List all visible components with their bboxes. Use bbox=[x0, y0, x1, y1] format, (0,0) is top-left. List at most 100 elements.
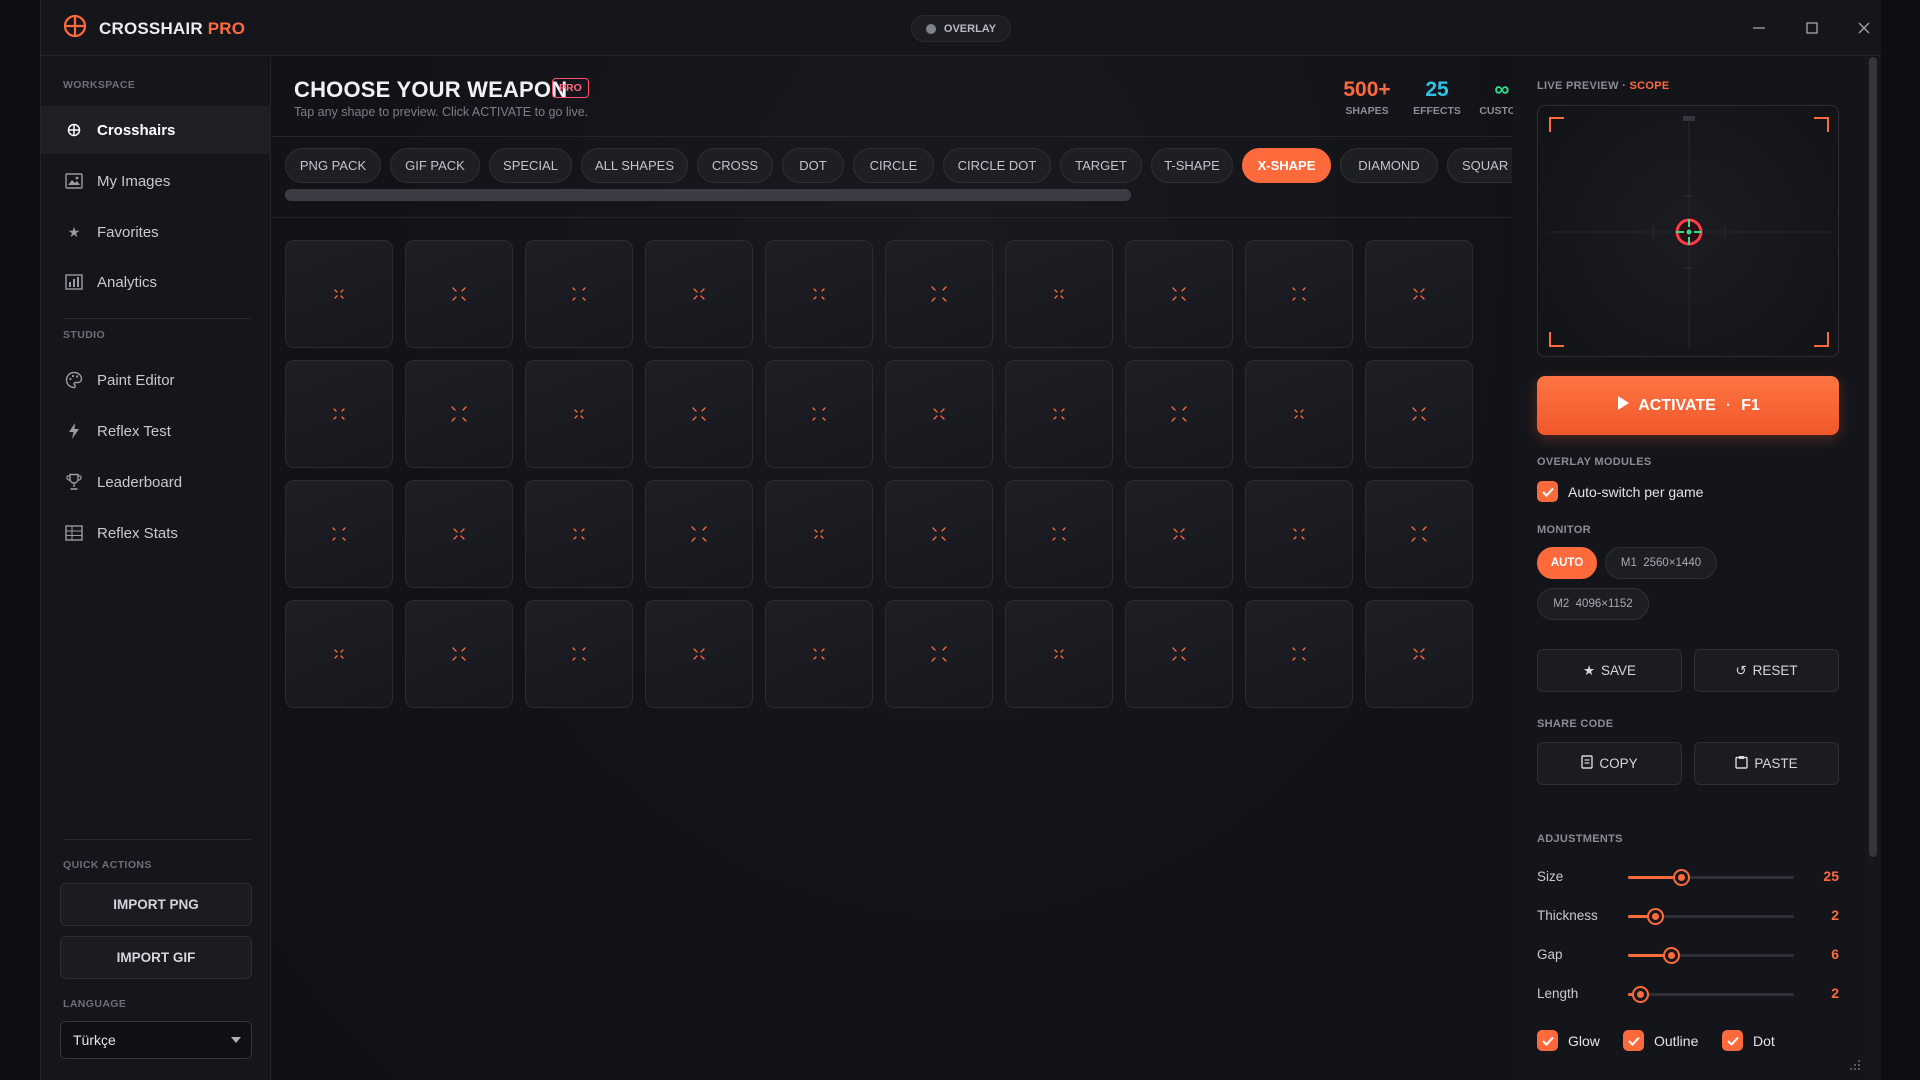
tab-cross[interactable]: CROSS bbox=[697, 148, 773, 183]
gap-knob[interactable] bbox=[1663, 947, 1681, 964]
length-label: Length bbox=[1537, 986, 1579, 1001]
shape-tile[interactable] bbox=[885, 240, 993, 348]
shape-tile[interactable] bbox=[405, 240, 513, 348]
shape-tile[interactable] bbox=[1125, 360, 1233, 468]
shape-tile[interactable] bbox=[765, 360, 873, 468]
length-track[interactable] bbox=[1628, 986, 1794, 1003]
shape-tile[interactable] bbox=[645, 240, 753, 348]
import-png-button[interactable]: IMPORT PNG bbox=[60, 883, 252, 926]
glow-label: Glow bbox=[1568, 1032, 1600, 1049]
shape-tile[interactable] bbox=[765, 600, 873, 708]
shape-tile[interactable] bbox=[765, 240, 873, 348]
shape-tile[interactable] bbox=[885, 480, 993, 588]
length-knob[interactable] bbox=[1631, 986, 1649, 1003]
sidebar-item-my-images[interactable]: My Images bbox=[41, 157, 271, 205]
shape-tile[interactable] bbox=[405, 600, 513, 708]
sidebar-item-leaderboard[interactable]: Leaderboard bbox=[41, 458, 271, 506]
shape-tile[interactable] bbox=[1245, 360, 1353, 468]
shape-tile[interactable] bbox=[1125, 240, 1233, 348]
shape-tile[interactable] bbox=[1365, 240, 1473, 348]
auto-switch-checkbox[interactable]: Auto-switch per game bbox=[1537, 481, 1703, 502]
shape-tile[interactable] bbox=[1125, 480, 1233, 588]
sidebar-item-crosshairs[interactable]: Crosshairs bbox=[41, 106, 271, 154]
size-knob[interactable] bbox=[1673, 869, 1691, 886]
page-subtitle: Tap any shape to preview. Click ACTIVATE… bbox=[294, 105, 589, 119]
shape-tile[interactable] bbox=[1365, 360, 1473, 468]
tab-target[interactable]: TARGET bbox=[1060, 148, 1142, 183]
thickness-track[interactable] bbox=[1628, 908, 1794, 925]
tab-x-shape[interactable]: X-SHAPE bbox=[1242, 148, 1331, 183]
copy-button[interactable]: COPY bbox=[1537, 742, 1682, 785]
activate-label: ACTIVATE bbox=[1638, 396, 1716, 414]
shape-tile[interactable] bbox=[645, 480, 753, 588]
close-button[interactable] bbox=[1853, 17, 1875, 39]
dot-checkbox[interactable]: Dot bbox=[1722, 1030, 1775, 1051]
shape-tile[interactable] bbox=[645, 360, 753, 468]
reset-button[interactable]: ↺ RESET bbox=[1694, 649, 1839, 692]
shape-tile[interactable] bbox=[525, 480, 633, 588]
shape-tile[interactable] bbox=[1005, 360, 1113, 468]
shape-tile[interactable] bbox=[645, 600, 753, 708]
panel-scrollbar-thumb[interactable] bbox=[1869, 57, 1877, 857]
shape-tile[interactable] bbox=[405, 480, 513, 588]
paste-button[interactable]: PASTE bbox=[1694, 742, 1839, 785]
shape-tile[interactable] bbox=[1365, 600, 1473, 708]
shape-tile[interactable] bbox=[1125, 600, 1233, 708]
resize-grip-icon[interactable] bbox=[1849, 1058, 1861, 1076]
size-track[interactable] bbox=[1628, 869, 1794, 886]
shape-tile[interactable] bbox=[1005, 480, 1113, 588]
tab-circle[interactable]: CIRCLE bbox=[853, 148, 934, 183]
activate-button[interactable]: ACTIVATE · F1 bbox=[1537, 376, 1839, 435]
shape-tile[interactable] bbox=[1005, 240, 1113, 348]
shape-tile[interactable] bbox=[285, 600, 393, 708]
shape-tile[interactable] bbox=[765, 480, 873, 588]
shape-tile[interactable] bbox=[885, 360, 993, 468]
tab-all-shapes[interactable]: ALL SHAPES bbox=[581, 148, 688, 183]
panel-scrollbar[interactable] bbox=[1865, 57, 1881, 1080]
shape-tile[interactable] bbox=[285, 360, 393, 468]
sidebar-item-reflex-test[interactable]: Reflex Test bbox=[41, 407, 271, 455]
tabs-scrollbar[interactable] bbox=[285, 189, 1485, 201]
tab-square[interactable]: SQUAR bbox=[1447, 148, 1512, 183]
shape-tile[interactable] bbox=[1365, 480, 1473, 588]
shape-tile[interactable] bbox=[285, 480, 393, 588]
shape-tile[interactable] bbox=[405, 360, 513, 468]
shape-tile[interactable] bbox=[1245, 480, 1353, 588]
gap-track[interactable] bbox=[1628, 947, 1794, 964]
tabs-scrollbar-thumb[interactable] bbox=[285, 189, 1131, 201]
shape-tile[interactable] bbox=[1245, 600, 1353, 708]
monitor-m1-chip[interactable]: M1 2560×1440 bbox=[1605, 547, 1717, 579]
tab-circle-dot[interactable]: CIRCLE DOT bbox=[943, 148, 1051, 183]
shape-tile[interactable] bbox=[885, 600, 993, 708]
save-button[interactable]: ★ SAVE bbox=[1537, 649, 1682, 692]
sidebar-item-favorites[interactable]: ★ Favorites bbox=[41, 208, 271, 256]
x-shape-crosshair-icon bbox=[451, 406, 467, 422]
import-gif-button[interactable]: IMPORT GIF bbox=[60, 936, 252, 979]
tab-t-shape[interactable]: T-SHAPE bbox=[1151, 148, 1233, 183]
glow-checkbox[interactable]: Glow bbox=[1537, 1030, 1600, 1051]
tab-diamond[interactable]: DIAMOND bbox=[1340, 148, 1438, 183]
sidebar-item-reflex-stats[interactable]: Reflex Stats bbox=[41, 509, 271, 557]
outline-checkbox[interactable]: Outline bbox=[1623, 1030, 1698, 1051]
shape-tile[interactable] bbox=[285, 240, 393, 348]
monitor-auto-chip[interactable]: AUTO bbox=[1537, 547, 1597, 579]
activate-separator: · bbox=[1725, 396, 1732, 414]
monitor-m2-chip[interactable]: M2 4096×1152 bbox=[1537, 588, 1649, 620]
overlay-toggle[interactable]: OVERLAY bbox=[911, 15, 1011, 42]
shape-tile[interactable] bbox=[1245, 240, 1353, 348]
tab-gif-pack[interactable]: GIF PACK bbox=[390, 148, 480, 183]
x-shape-crosshair-icon bbox=[574, 409, 584, 419]
language-select[interactable]: Türkçe bbox=[60, 1021, 252, 1059]
shape-tile[interactable] bbox=[525, 360, 633, 468]
minimize-button[interactable] bbox=[1748, 17, 1770, 39]
tab-special[interactable]: SPECIAL bbox=[489, 148, 572, 183]
tab-png-pack[interactable]: PNG PACK bbox=[285, 148, 381, 183]
shape-tile[interactable] bbox=[525, 240, 633, 348]
shape-tile[interactable] bbox=[525, 600, 633, 708]
thickness-knob[interactable] bbox=[1646, 908, 1664, 925]
maximize-button[interactable] bbox=[1801, 17, 1823, 39]
tab-dot[interactable]: DOT bbox=[782, 148, 844, 183]
sidebar-item-analytics[interactable]: Analytics bbox=[41, 258, 271, 306]
sidebar-item-paint-editor[interactable]: Paint Editor bbox=[41, 356, 271, 404]
shape-tile[interactable] bbox=[1005, 600, 1113, 708]
